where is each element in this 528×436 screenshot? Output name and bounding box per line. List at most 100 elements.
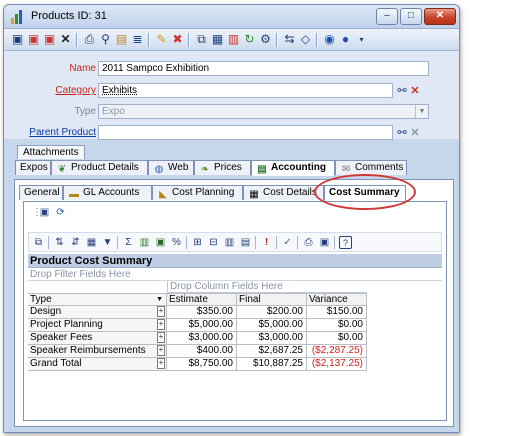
delete-icon[interactable]: ✕ [58,32,73,47]
sum-icon[interactable]: Σ [122,236,135,249]
monitor-icon[interactable]: ▣ [154,236,167,249]
col-header-estimate[interactable]: Estimate [167,293,237,306]
print-icon[interactable]: ⎙ [82,32,97,47]
binoculars-icon[interactable]: ⚯ [396,85,408,97]
tab-cost-details[interactable]: ▦ Cost Details [243,185,324,200]
table-row-header: Grand Total + [28,358,167,371]
sort-descending-icon[interactable]: ⇵ [69,236,82,249]
expand-row-icon[interactable]: + [157,358,165,369]
binoculars-icon[interactable]: ⚯ [396,127,408,139]
row-label: Design [30,306,62,317]
expand-row-icon[interactable]: + [157,319,165,330]
col-header-final[interactable]: Final [237,293,307,306]
clear-icon[interactable]: ✖ [170,32,185,47]
bar-chart-app-icon [11,10,25,24]
copy-icon[interactable]: ⧉ [194,32,209,47]
tab-gl-accounts[interactable]: ▬ GL Accounts [63,185,152,200]
variance-cell: ($2,287.25) [307,345,367,358]
help-icon[interactable]: ◉ [322,32,337,47]
plant-icon: ❧ [200,164,210,175]
info-icon[interactable]: ● [338,32,353,47]
layout-icon[interactable]: ▣ [318,236,331,249]
tab-general[interactable]: General [19,185,63,200]
tab-attachments[interactable]: Attachments [17,145,85,159]
toolbar-overflow-icon[interactable]: ▾ [354,32,369,47]
tab-comments[interactable]: ✉ Comments [335,160,407,175]
clear-category-icon[interactable]: ✕ [409,85,421,97]
tab-label: Accounting [271,162,326,173]
save-new-icon[interactable]: ▣ [42,32,57,47]
toolbar-separator [276,33,278,47]
toolbar-separator [148,33,150,47]
name-input[interactable]: 2011 Sampco Exhibition [98,61,429,76]
refresh-icon[interactable]: ⟳ [54,206,67,219]
find-icon[interactable]: ⚲ [98,32,113,47]
row-label: Grand Total [30,358,82,369]
copy-icon[interactable]: ⧉ [32,236,45,249]
row-field-type[interactable]: Type ▼ [28,293,167,306]
final-cell: $10,887.25 [237,358,307,371]
check-icon[interactable]: ✓ [281,236,294,249]
expand-row-icon[interactable]: + [157,345,165,356]
chart-icon[interactable]: ▥ [138,236,151,249]
tab-prices[interactable]: ❧ Prices [194,160,251,175]
list-icon[interactable]: ≣ [130,32,145,47]
chevron-down-icon[interactable]: ▼ [156,294,163,305]
percent-icon[interactable]: % [170,236,183,249]
row-label: Project Planning [30,319,103,330]
help-icon[interactable]: ? [339,236,352,249]
pivot-fields-icon[interactable]: ▦ [85,236,98,249]
final-cell: $2,687.25 [237,345,307,358]
report-icon[interactable]: ▥ [226,32,241,47]
rows-icon[interactable]: ▤ [239,236,252,249]
sort-ascending-icon[interactable]: ⇅ [53,236,66,249]
open-folder-icon[interactable]: ▤ [114,32,129,47]
variance-cell: $0.00 [307,319,367,332]
tab-web[interactable]: ◍ Web [148,160,194,175]
attachment-icon[interactable]: ⚙ [258,32,273,47]
category-link[interactable]: Category [4,85,96,96]
name-label: Name [69,63,96,74]
grid-icon: ▦ [249,189,259,200]
column-drop-zone[interactable]: Drop Column Fields Here [167,281,367,293]
pivot-grid: Product Cost Summary Drop Filter Fields … [28,254,442,418]
final-cell: $5,000.00 [237,319,307,332]
paste-icon[interactable]: ▦ [210,32,225,47]
expand-icon[interactable]: ⊞ [191,236,204,249]
table-row-header: Project Planning + [28,319,167,332]
tab-cost-planning[interactable]: ◣ Cost Planning [152,185,243,200]
parent-product-input[interactable] [98,125,393,140]
refresh-icon[interactable]: ↻ [242,32,257,47]
tab-label: Cost Planning [172,187,235,198]
tab-accounting[interactable]: ▤ Accounting [251,160,335,176]
print-icon[interactable]: ⎙ [302,236,315,249]
parent-product-link[interactable]: Parent Product [4,127,96,138]
clear-parent-icon[interactable]: ✕ [409,127,421,139]
tab-expos[interactable]: Expos [15,160,51,175]
close-button[interactable]: ✕ [424,8,456,25]
expand-row-icon[interactable]: + [157,306,165,317]
title-bar[interactable]: Products ID: 31 – □ ✕ [4,5,459,29]
alert-icon[interactable]: ! [260,236,273,249]
link-icon[interactable]: ⇆ [282,32,297,47]
type-select[interactable]: Expo ▼ [98,104,429,119]
maximize-button[interactable]: □ [400,8,422,25]
columns-icon[interactable]: ▥ [223,236,236,249]
export-icon[interactable]: ▣ [38,206,51,219]
tab-product-details[interactable]: ❦ Product Details [51,160,148,175]
filter-icon[interactable]: ▼ [101,236,114,249]
collapse-icon[interactable]: ⊟ [207,236,220,249]
tag-icon[interactable]: ◇ [298,32,313,47]
type-value: Expo [102,106,125,117]
accounting-panel: General ▬ GL Accounts ◣ Cost Planning ▦ Cos… [14,179,454,427]
save-close-icon[interactable]: ▣ [26,32,41,47]
chevron-down-icon[interactable]: ▼ [415,105,428,118]
col-header-variance[interactable]: Variance [307,293,367,306]
spell-check-icon[interactable]: ✎ [154,32,169,47]
row-label: Speaker Reimbursements [30,345,146,356]
filter-drop-zone[interactable]: Drop Filter Fields Here [28,268,442,281]
expand-row-icon[interactable]: + [157,332,165,343]
save-icon[interactable]: ▣ [10,32,25,47]
minimize-button[interactable]: – [376,8,398,25]
category-input[interactable]: Exhibits [98,83,393,98]
